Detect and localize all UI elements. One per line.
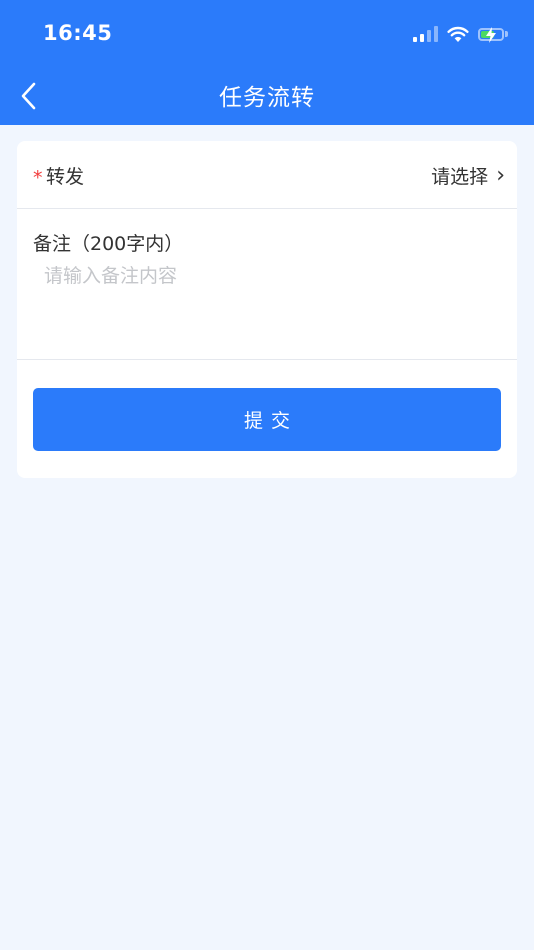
forward-select[interactable]: 请选择 › [431,162,505,189]
status-icons [413,22,508,46]
forward-label: 转发 [46,166,85,188]
required-mark: * [33,167,43,189]
chevron-right-icon: › [496,163,505,188]
header: 16:45 任务流转 [0,0,534,125]
note-input[interactable] [44,261,499,341]
battery-charging-icon [478,26,508,43]
form-card: * 转发 请选择 › 备注（200字内） 提交 [17,141,517,478]
signal-icon [413,26,438,42]
forward-row[interactable]: * 转发 请选择 › [17,141,517,209]
wifi-icon [447,26,469,42]
note-label: 备注（200字内） [33,233,184,255]
page-title: 任务流转 [219,85,315,111]
forward-select-value: 请选择 [431,166,489,188]
submit-button[interactable]: 提交 [33,388,501,451]
note-row: 备注（200字内） [17,209,517,360]
status-time: 16:45 [43,21,113,45]
